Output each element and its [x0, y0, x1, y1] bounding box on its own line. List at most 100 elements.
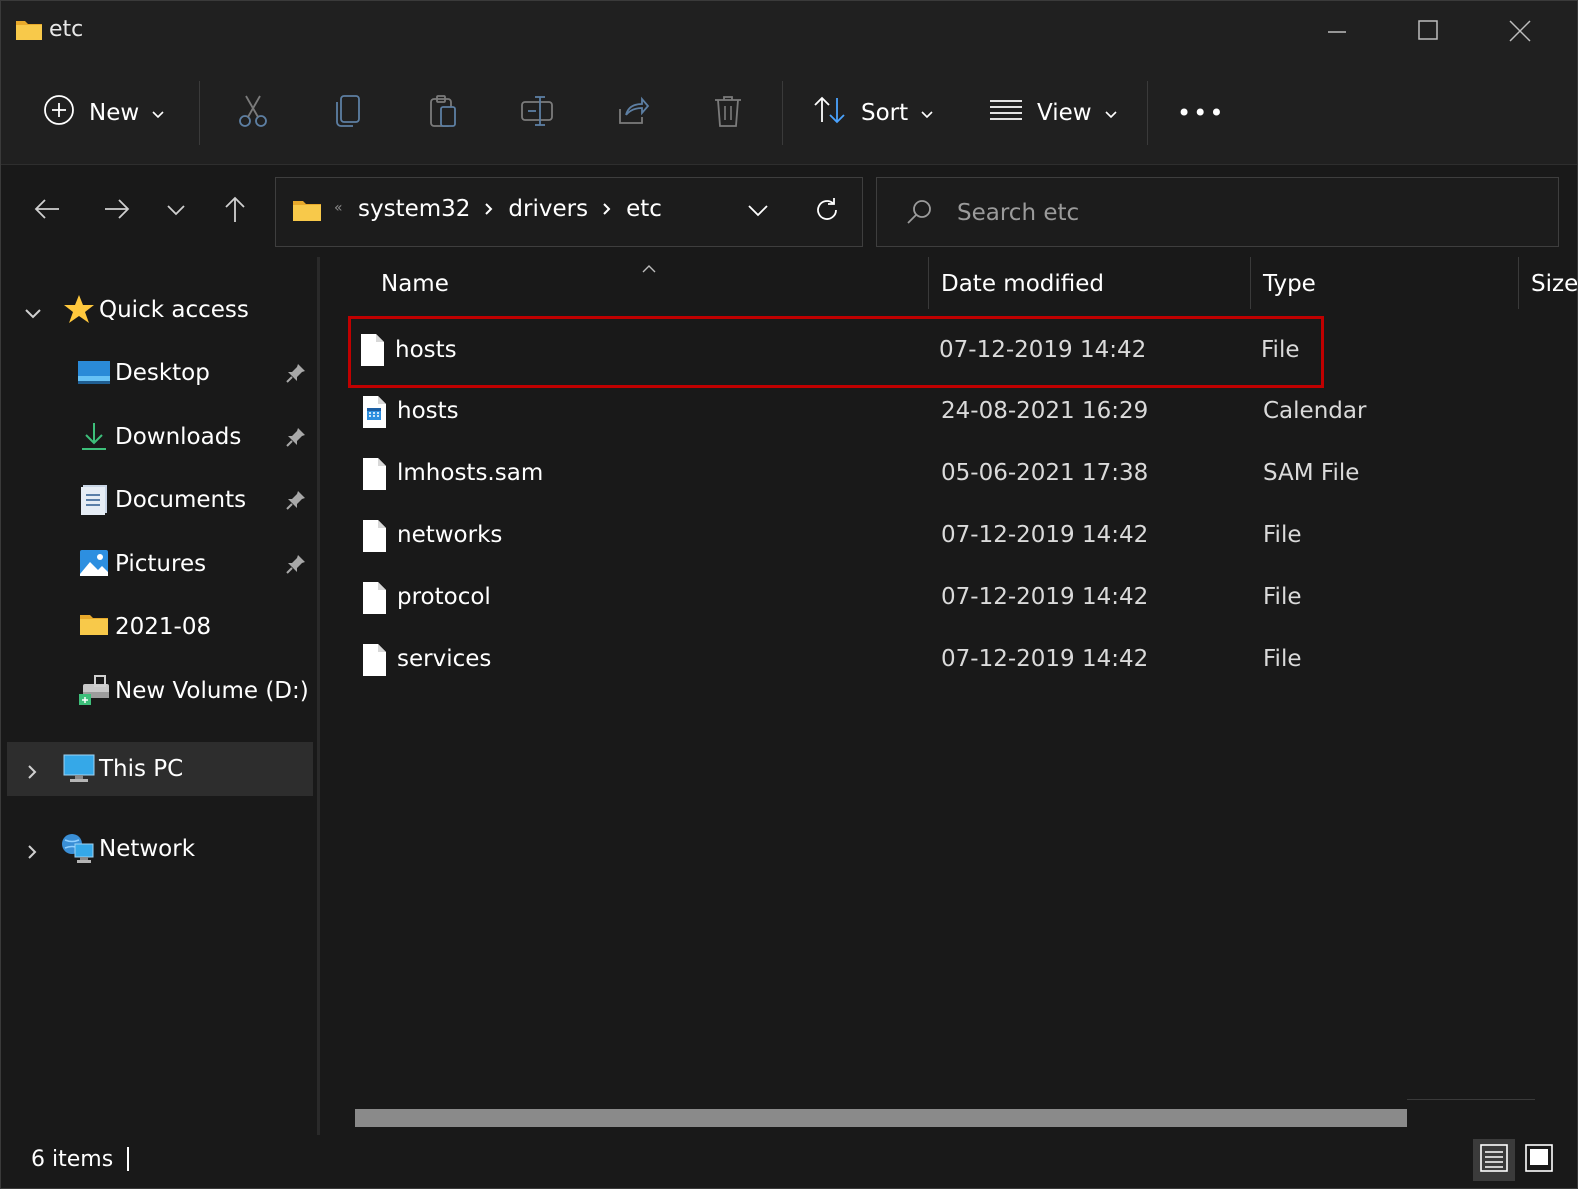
- column-divider[interactable]: [1250, 257, 1251, 309]
- sidebar-item-new-volume-d[interactable]: New Volume (D:): [7, 664, 313, 718]
- horizontal-scrollbar-thumb[interactable]: [355, 1109, 1407, 1127]
- file-icon: [361, 519, 387, 557]
- network-icon: [61, 832, 95, 872]
- desktop-icon: [77, 356, 111, 394]
- chevron-right-icon[interactable]: [602, 202, 612, 216]
- pin-icon: [285, 362, 307, 390]
- sidebar-item-documents[interactable]: Documents: [7, 473, 313, 527]
- sort-button[interactable]: Sort: [813, 91, 934, 135]
- up-button[interactable]: [217, 193, 253, 229]
- status-bar: 6 items: [1, 1135, 1577, 1188]
- column-header-name[interactable]: Name: [381, 271, 449, 297]
- details-view-button[interactable]: [1473, 1139, 1515, 1181]
- sidebar-item-downloads[interactable]: Downloads: [7, 410, 313, 464]
- breadcrumb-system32[interactable]: system32: [358, 196, 470, 222]
- search-box[interactable]: Search etc: [876, 177, 1559, 247]
- file-icon: [361, 581, 387, 619]
- rename-icon: [520, 94, 556, 132]
- sidebar-item-label: Downloads: [115, 424, 242, 450]
- sidebar-item-label: New Volume (D:): [115, 678, 309, 704]
- paste-button[interactable]: [423, 93, 463, 133]
- file-icon: [361, 457, 387, 495]
- share-button[interactable]: [613, 93, 653, 133]
- large-icons-view-icon: [1524, 1143, 1554, 1177]
- toolbar-separator: [199, 81, 200, 145]
- column-header-size[interactable]: Size: [1531, 271, 1577, 297]
- preview-view-button[interactable]: [1519, 1139, 1559, 1181]
- recent-locations-button[interactable]: [158, 193, 194, 229]
- documents-icon: [79, 483, 109, 521]
- file-date: 07-12-2019 14:42: [941, 522, 1149, 548]
- file-type: File: [1263, 646, 1302, 672]
- breadcrumb-etc[interactable]: etc: [626, 196, 662, 222]
- new-button[interactable]: New: [43, 91, 165, 135]
- table-row[interactable]: services 07-12-2019 14:42 File: [351, 629, 1321, 689]
- pictures-icon: [79, 547, 109, 585]
- file-icon: [361, 643, 387, 681]
- sidebar-item-this-pc[interactable]: This PC: [7, 742, 313, 796]
- sidebar-item-pictures[interactable]: Pictures: [7, 537, 313, 591]
- file-list: Name Date modified Type Size hosts 07-12…: [321, 257, 1577, 1135]
- file-name: protocol: [397, 584, 491, 610]
- sidebar-item-network[interactable]: Network: [7, 822, 313, 876]
- column-divider[interactable]: [928, 257, 929, 309]
- file-date: 24-08-2021 16:29: [941, 398, 1149, 424]
- calendar-file-icon: [361, 395, 387, 433]
- column-header-date-modified[interactable]: Date modified: [941, 271, 1104, 297]
- drive-icon: [77, 674, 111, 712]
- view-button[interactable]: View: [989, 91, 1118, 135]
- list-view-icon: [989, 98, 1023, 128]
- file-type: SAM File: [1263, 460, 1360, 486]
- file-type: File: [1263, 584, 1302, 610]
- maximize-button[interactable]: [1405, 9, 1451, 55]
- chevron-right-icon[interactable]: [23, 760, 43, 786]
- rename-button[interactable]: [518, 93, 558, 133]
- file-type: File: [1261, 337, 1300, 363]
- download-icon: [79, 420, 109, 458]
- window-title: etc: [49, 17, 84, 42]
- minimize-button[interactable]: [1314, 9, 1360, 55]
- table-row[interactable]: lmhosts.sam 05-06-2021 17:38 SAM File: [351, 443, 1359, 503]
- scissors-icon: [236, 93, 270, 133]
- column-header-type[interactable]: Type: [1263, 271, 1316, 297]
- forward-button[interactable]: [99, 193, 135, 229]
- copy-button[interactable]: [328, 93, 368, 133]
- sidebar-item-label: This PC: [99, 756, 184, 782]
- pin-icon: [285, 553, 307, 581]
- chevron-right-icon[interactable]: [23, 840, 43, 866]
- table-row[interactable]: hosts 24-08-2021 16:29 Calendar: [351, 381, 1366, 441]
- share-icon: [616, 95, 650, 131]
- folder-icon: [15, 17, 43, 45]
- table-row[interactable]: hosts 07-12-2019 14:42 File: [348, 316, 1324, 388]
- navigation-pane: Quick access Desktop Downloads Documents…: [1, 257, 319, 1135]
- back-button[interactable]: [29, 193, 65, 229]
- column-divider[interactable]: [1518, 257, 1519, 309]
- pane-divider[interactable]: [317, 257, 320, 1137]
- file-date: 07-12-2019 14:42: [941, 584, 1149, 610]
- breadcrumb-overflow[interactable]: «: [334, 200, 343, 216]
- plus-circle-icon: [43, 94, 75, 132]
- new-label: New: [89, 100, 140, 126]
- refresh-icon[interactable]: [813, 196, 841, 228]
- table-row[interactable]: protocol 07-12-2019 14:42 File: [351, 567, 1321, 627]
- table-row[interactable]: networks 07-12-2019 14:42 File: [351, 505, 1321, 565]
- breadcrumb-drivers[interactable]: drivers: [508, 196, 588, 222]
- chevron-down-icon[interactable]: [23, 301, 43, 327]
- file-date: 07-12-2019 14:42: [941, 646, 1149, 672]
- delete-button[interactable]: [708, 93, 748, 133]
- address-history-dropdown[interactable]: [746, 198, 770, 226]
- pin-icon: [285, 489, 307, 517]
- close-button[interactable]: [1497, 9, 1543, 55]
- sidebar-item-2021-08[interactable]: 2021-08: [7, 600, 313, 654]
- scrollbar-track-line: [1407, 1099, 1535, 1100]
- sidebar-item-quick-access[interactable]: Quick access: [7, 283, 313, 337]
- address-bar[interactable]: « system32 drivers etc: [275, 177, 863, 247]
- chevron-right-icon[interactable]: [484, 202, 494, 216]
- file-name: services: [397, 646, 492, 672]
- sidebar-item-desktop[interactable]: Desktop: [7, 346, 313, 400]
- title-bar: etc: [1, 1, 1577, 63]
- folder-icon: [292, 198, 322, 226]
- more-options-button[interactable]: •••: [1177, 91, 1225, 135]
- sidebar-item-label: Pictures: [115, 551, 207, 577]
- cut-button[interactable]: [233, 93, 273, 133]
